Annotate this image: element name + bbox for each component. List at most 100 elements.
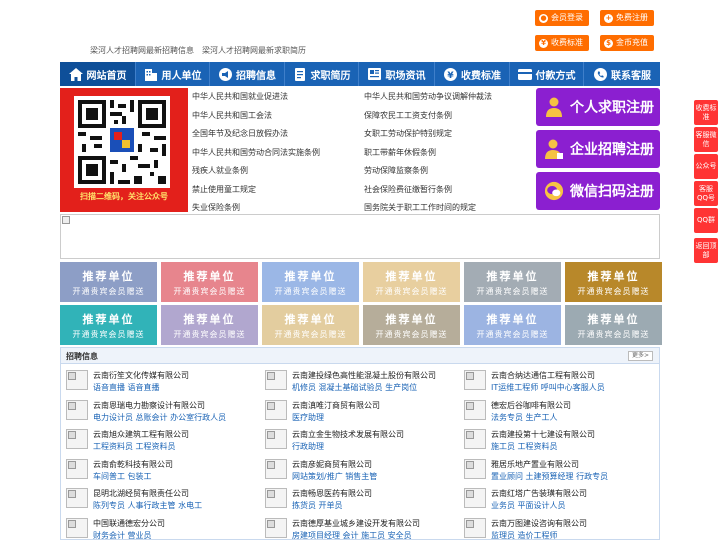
recommended-unit-tile[interactable]: 推荐单位 开通贵宾会员赠送	[60, 262, 157, 302]
company-logo[interactable]	[464, 488, 486, 508]
job-positions[interactable]: 财务会计 营业员	[93, 530, 152, 540]
company-name[interactable]: 云南衍笙文化传媒有限公司	[93, 370, 189, 381]
nav-employers[interactable]: 用人单位	[136, 62, 210, 86]
law-link[interactable]: 女职工劳动保护特别规定	[364, 125, 492, 144]
personal-register-button[interactable]: 个人求职注册	[536, 88, 660, 126]
job-positions[interactable]: 法务专员 生产工人	[491, 412, 558, 423]
recommended-unit-tile[interactable]: 推荐单位 开通贵宾会员赠送	[262, 305, 359, 345]
fee-standard-button[interactable]: ¥ 收费标准	[535, 35, 589, 51]
recommended-unit-tile[interactable]: 推荐单位 开通贵宾会员赠送	[262, 262, 359, 302]
nav-payment[interactable]: 付款方式	[510, 62, 584, 86]
tagline-latest-jobs[interactable]: 梁河人才招聘网最新招聘信息	[90, 45, 194, 56]
company-name[interactable]: 云南俞乾科技有限公司	[93, 459, 173, 470]
company-name[interactable]: 云南红塔广告装璜有限公司	[491, 488, 587, 499]
company-logo[interactable]	[265, 458, 287, 479]
job-positions[interactable]: 施工员 工程资料员	[491, 441, 558, 452]
company-name[interactable]: 云南合纳达通信工程有限公司	[491, 370, 595, 381]
recommended-unit-tile[interactable]: 推荐单位 开通贵宾会员赠送	[60, 305, 157, 345]
job-positions[interactable]: 监理员 造价工程师	[491, 530, 558, 540]
company-logo[interactable]	[66, 429, 88, 449]
more-button[interactable]: 更多>	[627, 351, 653, 361]
job-positions[interactable]: 行政助理	[292, 441, 324, 452]
job-positions[interactable]: 语音直播 语音直播	[93, 382, 160, 393]
law-link[interactable]: 保障农民工工资支付条例	[364, 107, 492, 126]
company-logo[interactable]	[66, 458, 88, 479]
side-float-item[interactable]: 收费标准	[694, 100, 718, 125]
wechat-register-button[interactable]: 微信扫码注册	[536, 172, 660, 210]
company-logo[interactable]	[66, 370, 88, 390]
company-logo[interactable]	[265, 488, 287, 508]
recommended-unit-tile[interactable]: 推荐单位 开通贵宾会员赠送	[565, 305, 662, 345]
job-positions[interactable]: 电力设计员 总账会计 办公室行政人员	[93, 412, 226, 423]
recommended-unit-tile[interactable]: 推荐单位 开通贵宾会员赠送	[363, 262, 460, 302]
recommended-unit-tile[interactable]: 推荐单位 开通贵宾会员赠送	[464, 262, 561, 302]
company-logo[interactable]	[464, 458, 486, 479]
tagline-latest-resumes[interactable]: 梁河人才招聘网最新求职简历	[202, 45, 306, 56]
company-name[interactable]: 云南旭众建筑工程有限公司	[93, 429, 189, 440]
recommended-unit-tile[interactable]: 推荐单位 开通贵宾会员赠送	[161, 305, 258, 345]
company-name[interactable]: 雅居乐地产置业有限公司	[491, 459, 579, 470]
company-name[interactable]: 云南德厚基业城乡建设开发有限公司	[292, 518, 420, 529]
company-logo[interactable]	[66, 399, 88, 420]
enterprise-register-button[interactable]: 企业招聘注册	[536, 130, 660, 168]
company-logo[interactable]	[265, 370, 287, 390]
side-float-item[interactable]: QQ群	[694, 208, 718, 233]
member-login-button[interactable]: ● 会员登录	[535, 10, 589, 26]
job-positions[interactable]: 置业顾问 土建预算经理 行政专员	[491, 471, 608, 482]
law-link[interactable]: 劳动保障监察条例	[364, 162, 492, 181]
recommended-unit-tile[interactable]: 推荐单位 开通贵宾会员赠送	[464, 305, 561, 345]
nav-resumes[interactable]: 求职简历	[285, 62, 359, 86]
law-link[interactable]: 禁止使用童工规定	[192, 181, 320, 200]
job-positions[interactable]: 医疗助理	[292, 412, 324, 423]
company-name[interactable]: 云南建投绿色高性能混凝土股份有限公司	[292, 370, 436, 381]
law-link[interactable]: 中华人民共和国劳动争议调解仲裁法	[364, 88, 492, 107]
company-logo[interactable]	[464, 429, 486, 449]
company-name[interactable]: 云南建投第十七建设有限公司	[491, 429, 595, 440]
job-positions[interactable]: IT运维工程师 呼叫中心客服人员	[491, 382, 605, 393]
company-name[interactable]: 云南彦妮商贸有限公司	[292, 459, 372, 470]
nav-news[interactable]: 职场资讯	[359, 62, 435, 86]
job-positions[interactable]: 网站策划/推广 销售主管	[292, 471, 377, 482]
company-name[interactable]: 德宏后谷咖啡有限公司	[491, 400, 571, 411]
recommended-unit-tile[interactable]: 推荐单位 开通贵宾会员赠送	[363, 305, 460, 345]
law-link[interactable]: 中华人民共和国工会法	[192, 107, 320, 126]
job-positions[interactable]: 工程资料员 工程资料员	[93, 441, 176, 452]
nav-jobs[interactable]: 招聘信息	[210, 62, 285, 86]
nav-fees[interactable]: ¥ 收费标准	[435, 62, 510, 86]
company-logo[interactable]	[66, 488, 88, 508]
law-link[interactable]: 职工带薪年休假条例	[364, 144, 492, 163]
nav-contact[interactable]: 联系客服	[584, 62, 660, 86]
company-logo[interactable]	[265, 429, 287, 449]
job-positions[interactable]: 机修员 混凝土基础试验员 生产岗位	[292, 382, 417, 393]
company-logo[interactable]	[464, 370, 486, 390]
banner-ad[interactable]	[60, 214, 660, 259]
company-name[interactable]: 云南立金生物技术发展有限公司	[292, 429, 404, 440]
side-float-item[interactable]: 返回顶部	[694, 238, 718, 263]
company-logo[interactable]	[464, 399, 486, 420]
job-positions[interactable]: 房建项目经理 会计 施工员 安全员	[292, 530, 412, 540]
company-name[interactable]: 云南畅恩医药有限公司	[292, 488, 372, 499]
company-logo[interactable]	[66, 517, 88, 538]
law-link[interactable]: 中华人民共和国劳动合同法实施条例	[192, 144, 320, 163]
law-link[interactable]: 全国年节及纪念日放假办法	[192, 125, 320, 144]
free-register-button[interactable]: + 免费注册	[600, 10, 654, 26]
side-float-item[interactable]: 客服QQ号	[694, 181, 718, 206]
nav-home[interactable]: 网站首页	[60, 62, 136, 86]
law-link[interactable]: 社会保险费征缴暂行条例	[364, 181, 492, 200]
recommended-unit-tile[interactable]: 推荐单位 开通贵宾会员赠送	[565, 262, 662, 302]
side-float-item[interactable]: 公众号	[694, 154, 718, 179]
company-logo[interactable]	[265, 517, 287, 538]
job-positions[interactable]: 业务员 平面设计人员	[491, 500, 566, 511]
company-name[interactable]: 云南万图建设咨询有限公司	[491, 518, 587, 529]
company-name[interactable]: 云南恩瑞电力勘察设计有限公司	[93, 400, 205, 411]
coin-recharge-button[interactable]: $ 金币充值	[600, 35, 654, 51]
job-positions[interactable]: 拣货员 开单员	[292, 500, 343, 511]
company-logo[interactable]	[265, 399, 287, 420]
company-name[interactable]: 中国联通德宏分公司	[93, 518, 165, 529]
company-name[interactable]: 云南滇唯汀商贸有限公司	[292, 400, 380, 411]
company-name[interactable]: 昆明北湖经贸有限责任公司	[93, 488, 189, 499]
law-link[interactable]: 残疾人就业条例	[192, 162, 320, 181]
law-link[interactable]: 中华人民共和国就业促进法	[192, 88, 320, 107]
recommended-unit-tile[interactable]: 推荐单位 开通贵宾会员赠送	[161, 262, 258, 302]
job-positions[interactable]: 车间普工 包装工	[93, 471, 152, 482]
